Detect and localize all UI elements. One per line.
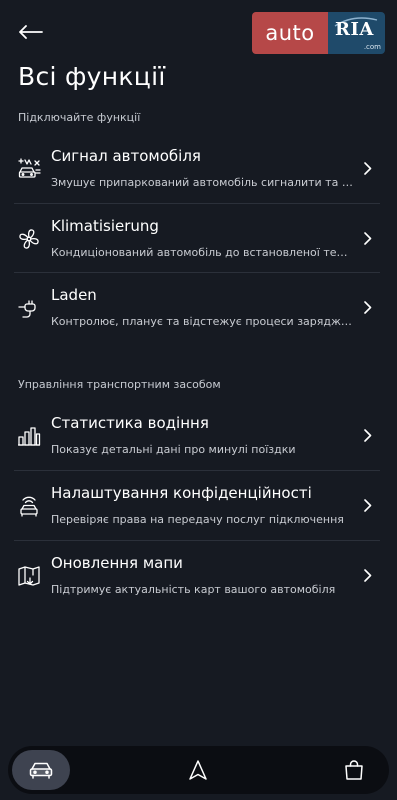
navigation-arrow-icon [189,760,207,780]
watermark-ria-block: RIA .com [328,12,385,54]
feature-item-driving-statistics[interactable]: Статистика водіння Показує детальні дані… [14,401,380,469]
chevron-right-icon [362,231,374,245]
connected-car-icon [16,493,42,519]
page-title: Всі функції [18,62,166,91]
section-label-connect: Підключайте функції [18,111,141,124]
feature-item-privacy-settings[interactable]: Налаштування конфіденційності Перевіряє … [14,471,380,539]
feature-title: Laden [51,286,97,304]
feature-title: Сигнал автомобіля [51,147,201,165]
fan-icon [16,226,42,252]
feature-item-map-update[interactable]: Оновлення мапи Підтримує актуальність ка… [14,541,380,609]
chevron-right-icon [362,498,374,512]
chevron-right-icon [362,161,374,175]
section-label-vehicle-management: Управління транспортним засобом [18,378,221,391]
car-alarm-icon [16,156,42,182]
chevron-right-icon [362,428,374,442]
top-bar: auto RIA .com [0,0,397,60]
watermark-domain: .com [363,43,381,51]
nav-navigation-tab[interactable] [178,750,218,790]
feature-title: Оновлення мапи [51,554,183,572]
watermark-auto-text: auto [252,12,328,54]
feature-description: Змушує припаркований автомобіль сигналит… [51,176,355,189]
feature-description: Показує детальні дані про минулі поїздки [51,443,296,456]
bottom-navigation [8,746,389,794]
feature-item-charging[interactable]: Laden Контролює, планує та відстежує про… [14,273,380,341]
charging-plug-icon [16,295,42,321]
feature-title: Klimatisierung [51,217,159,235]
car-icon [29,762,53,779]
feature-title: Налаштування конфіденційності [51,484,312,502]
watermark-ria-text: RIA [335,19,374,40]
back-arrow-icon [19,25,43,39]
feature-item-car-signal[interactable]: Сигнал автомобіля Змушує припаркований а… [14,134,380,202]
bar-chart-icon [16,423,42,449]
chevron-right-icon [362,568,374,582]
nav-vehicle-tab[interactable] [12,750,70,790]
feature-description: Перевіряє права на передачу послуг підкл… [51,513,344,526]
feature-title: Статистика водіння [51,414,209,432]
shopping-bag-icon [345,760,363,780]
back-button[interactable] [14,16,48,48]
feature-description: Контролює, планує та відстежує процеси з… [51,315,355,328]
feature-item-climatisation[interactable]: Klimatisierung Кондиціонований автомобіл… [14,204,380,272]
map-update-icon [16,563,42,589]
feature-description: Кондиціонований автомобіль до встановлен… [51,246,355,259]
nav-shop-tab[interactable] [334,750,374,790]
chevron-right-icon [362,300,374,314]
autoria-watermark: auto RIA .com [252,12,385,54]
feature-description: Підтримує актуальність карт вашого автом… [51,583,336,596]
